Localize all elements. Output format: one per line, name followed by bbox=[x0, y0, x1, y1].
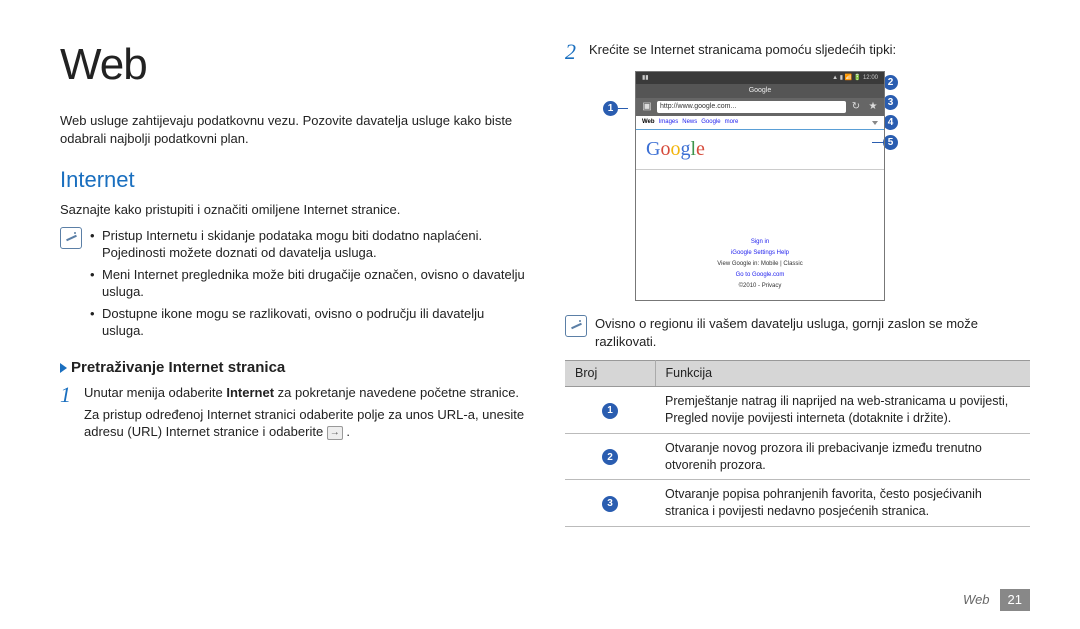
row-desc: Otvaranje popisa pohranjenih favorita, č… bbox=[655, 480, 1030, 527]
dropdown-triangle-icon[interactable] bbox=[872, 121, 878, 125]
reload-icon[interactable]: ↻ bbox=[849, 100, 863, 114]
note-list: Pristup Internetu i skidanje podataka mo… bbox=[90, 227, 525, 344]
row-desc: Premještanje natrag ili naprijed na web-… bbox=[655, 386, 1030, 433]
th-funkcija: Funkcija bbox=[655, 361, 1030, 387]
phone-menubar[interactable]: Web Images News Google more bbox=[636, 116, 884, 130]
row-badge-1: 1 bbox=[602, 403, 618, 419]
callout-2: 2 bbox=[883, 75, 898, 90]
subsection-label: Pretraživanje Internet stranica bbox=[71, 358, 285, 378]
table-row: 2 Otvaranje novog prozora ili prebacivan… bbox=[565, 433, 1030, 480]
page-title: Web bbox=[60, 35, 525, 94]
internet-intro: Saznajte kako pristupiti i označiti omil… bbox=[60, 201, 525, 219]
row-desc: Otvaranje novog prozora ili prebacivanje… bbox=[655, 433, 1030, 480]
note-item: Dostupne ikone mogu se razlikovati, ovis… bbox=[90, 305, 525, 340]
url-input[interactable]: http://www.google.com... bbox=[657, 101, 846, 113]
menu-item[interactable]: more bbox=[725, 118, 739, 126]
step1-text-post: za pokretanje navedene početne stranice. bbox=[274, 385, 519, 400]
subsection-browse: Pretraživanje Internet stranica bbox=[60, 358, 525, 378]
menu-item[interactable]: Images bbox=[659, 118, 679, 126]
browser-screenshot: ▮▮▲ ▮ 📶 🔋 12:00 Google ▣ http://www.goog… bbox=[635, 71, 885, 301]
footer-section: Web bbox=[963, 591, 990, 609]
step1-sub: Za pristup određenoj Internet stranici o… bbox=[84, 407, 524, 440]
step1-text-pre: Unutar menija odaberite bbox=[84, 385, 226, 400]
intro-text: Web usluge zahtijevaju podatkovnu vezu. … bbox=[60, 112, 525, 147]
menu-item[interactable]: Google bbox=[701, 118, 720, 126]
function-table: Broj Funkcija 1 Premještanje natrag ili … bbox=[565, 360, 1030, 527]
period: . bbox=[346, 424, 350, 439]
table-row: 3 Otvaranje popisa pohranjenih favorita,… bbox=[565, 480, 1030, 527]
note-item: Pristup Internetu i skidanje podataka mo… bbox=[90, 227, 525, 262]
note-icon bbox=[565, 315, 587, 337]
callout-3: 3 bbox=[883, 95, 898, 110]
google-logo: Google bbox=[646, 136, 705, 163]
window-switch-icon[interactable]: ▣ bbox=[640, 100, 654, 114]
note-item: Meni Internet preglednika može biti drug… bbox=[90, 266, 525, 301]
footer-page-number: 21 bbox=[1000, 589, 1030, 611]
step-number-1: 1 bbox=[60, 384, 76, 441]
step1-bold: Internet bbox=[226, 385, 274, 400]
phone-title: Google bbox=[636, 84, 884, 98]
callout-5: 5 bbox=[883, 135, 898, 150]
row-badge-2: 2 bbox=[602, 449, 618, 465]
phone-link[interactable]: Go to Google.com bbox=[736, 271, 785, 279]
section-internet-heading: Internet bbox=[60, 165, 525, 195]
phone-link[interactable]: Sign in bbox=[751, 238, 769, 246]
phone-text: ©2010 - Privacy bbox=[739, 282, 782, 290]
menu-item[interactable]: News bbox=[682, 118, 697, 126]
note2-text: Ovisno o regionu ili vašem davatelju usl… bbox=[595, 315, 1030, 350]
go-arrow-button-icon: → bbox=[327, 426, 343, 440]
th-broj: Broj bbox=[565, 361, 655, 387]
phone-link[interactable]: iGoogle Settings Help bbox=[731, 249, 789, 257]
table-row: 1 Premještanje natrag ili naprijed na we… bbox=[565, 386, 1030, 433]
row-badge-3: 3 bbox=[602, 496, 618, 512]
bookmark-star-icon[interactable]: ★ bbox=[866, 100, 880, 114]
menu-web[interactable]: Web bbox=[642, 118, 655, 126]
step2-text: Krećite se Internet stranicama pomoću sl… bbox=[589, 42, 896, 57]
callout-4: 4 bbox=[883, 115, 898, 130]
step-number-2: 2 bbox=[565, 41, 581, 63]
chevron-icon bbox=[60, 363, 67, 373]
callout-1: 1 bbox=[603, 101, 618, 116]
note-icon bbox=[60, 227, 82, 249]
phone-text: View Google in: Mobile | Classic bbox=[717, 260, 803, 268]
